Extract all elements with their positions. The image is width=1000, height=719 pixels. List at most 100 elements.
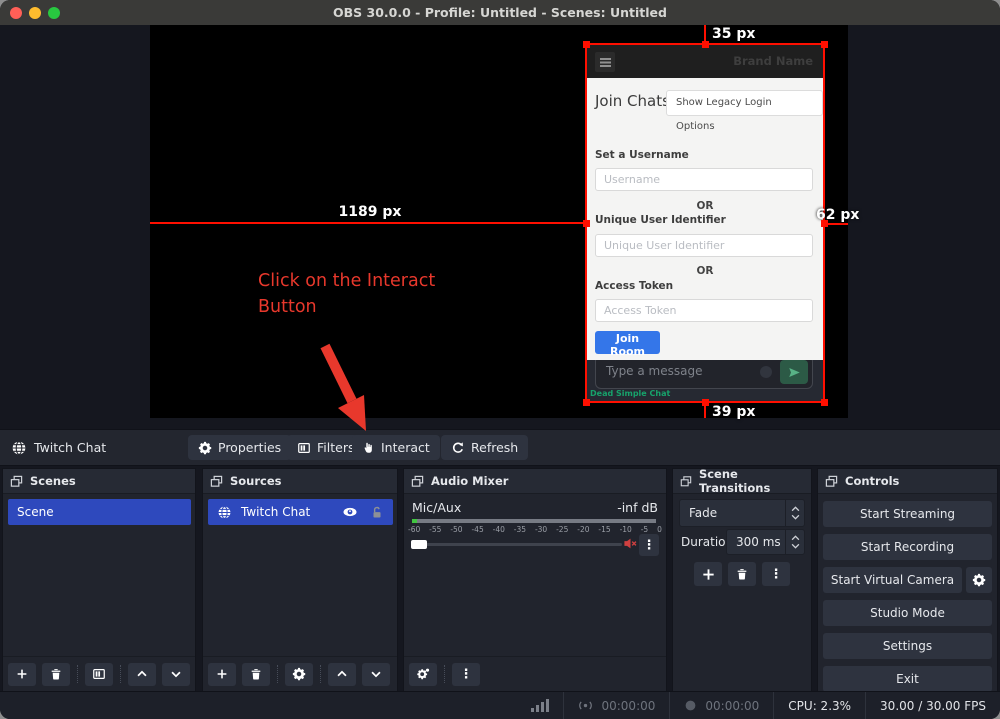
bottom-measure-line bbox=[704, 404, 706, 418]
unlock-icon[interactable] bbox=[370, 505, 384, 520]
uid-input[interactable] bbox=[595, 234, 813, 257]
gear-icon bbox=[292, 667, 306, 681]
transitions-body: Fade Duration 300 ms ⋮ bbox=[673, 494, 811, 691]
resize-handle[interactable] bbox=[583, 220, 590, 227]
mute-icon[interactable] bbox=[623, 536, 638, 555]
properties-button[interactable]: Properties bbox=[188, 435, 291, 460]
move-scene-down-button[interactable] bbox=[162, 663, 190, 686]
send-button[interactable] bbox=[780, 360, 808, 384]
virtual-camera-row: Start Virtual Camera bbox=[823, 567, 992, 593]
add-transition-button[interactable] bbox=[694, 562, 722, 586]
controls-dock-title: Controls bbox=[845, 474, 899, 488]
dock-icon bbox=[411, 475, 424, 488]
virtual-camera-config-button[interactable] bbox=[966, 567, 992, 593]
start-recording-button[interactable]: Start Recording bbox=[823, 534, 992, 560]
message-placeholder: Type a message bbox=[606, 364, 702, 378]
studio-mode-button[interactable]: Studio Mode bbox=[823, 600, 992, 626]
scenes-dock-header[interactable]: Scenes bbox=[3, 469, 195, 494]
chevron-down-icon bbox=[791, 543, 800, 549]
gear-icon bbox=[198, 441, 212, 455]
join-chats-heading: Join Chats bbox=[595, 92, 670, 110]
scene-filters-button[interactable] bbox=[85, 663, 113, 686]
source-list-item[interactable]: Twitch Chat bbox=[208, 499, 393, 525]
transition-select-spinner[interactable] bbox=[785, 500, 804, 526]
refresh-icon bbox=[451, 441, 465, 455]
join-room-button[interactable]: Join Room bbox=[595, 331, 660, 354]
audio-mixer-dock-title: Audio Mixer bbox=[431, 474, 508, 488]
trash-icon bbox=[735, 567, 749, 581]
paper-plane-icon bbox=[788, 366, 801, 379]
exit-button[interactable]: Exit bbox=[823, 666, 992, 692]
resize-handle[interactable] bbox=[583, 399, 590, 406]
controls-dock-header[interactable]: Controls bbox=[818, 469, 997, 494]
meter-tick: -45 bbox=[471, 525, 483, 534]
remove-scene-button[interactable] bbox=[42, 663, 70, 686]
message-input[interactable]: Type a message bbox=[595, 355, 813, 389]
add-source-button[interactable] bbox=[208, 663, 236, 686]
browser-source-icon bbox=[217, 505, 232, 520]
emoji-icon[interactable] bbox=[760, 366, 772, 378]
volume-slider[interactable] bbox=[412, 543, 622, 546]
hamburger-icon bbox=[600, 58, 611, 60]
close-window-button[interactable] bbox=[10, 7, 22, 19]
hamburger-menu-button[interactable] bbox=[595, 52, 615, 72]
minimize-window-button[interactable] bbox=[29, 7, 41, 19]
move-scene-up-button[interactable] bbox=[128, 663, 156, 686]
transition-menu-button[interactable]: ⋮ bbox=[762, 562, 790, 586]
divider bbox=[444, 665, 445, 683]
duration-spinbox[interactable]: 300 ms bbox=[726, 529, 805, 555]
resize-handle[interactable] bbox=[821, 220, 828, 227]
resize-handle[interactable] bbox=[702, 41, 709, 48]
refresh-button[interactable]: Refresh bbox=[441, 435, 528, 460]
start-virtual-camera-button[interactable]: Start Virtual Camera bbox=[823, 567, 962, 593]
resize-handle[interactable] bbox=[821, 41, 828, 48]
access-token-input[interactable] bbox=[595, 299, 813, 322]
width-measure-label: 1189 px bbox=[330, 204, 410, 220]
mixer-channel-menu-button[interactable]: ⋮ bbox=[639, 534, 659, 556]
sources-dock-header[interactable]: Sources bbox=[203, 469, 397, 494]
filters-icon bbox=[297, 441, 311, 455]
broadcast-icon bbox=[578, 698, 593, 713]
meter-scale: -60 -55 -50 -45 -40 -35 -30 -25 -20 -15 … bbox=[408, 525, 662, 534]
audio-mixer-dock-header[interactable]: Audio Mixer bbox=[404, 469, 666, 494]
transitions-dock-header[interactable]: Scene Transitions bbox=[673, 469, 811, 494]
eye-visible-icon[interactable] bbox=[342, 504, 358, 520]
advanced-audio-button[interactable] bbox=[409, 663, 437, 686]
chevron-down-icon bbox=[369, 667, 383, 681]
settings-button[interactable]: Settings bbox=[823, 633, 992, 659]
show-legacy-login-button[interactable]: Show Legacy Login Options bbox=[666, 90, 823, 116]
interact-button[interactable]: Interact bbox=[352, 435, 440, 460]
scene-list-item[interactable]: Scene bbox=[8, 499, 191, 525]
remove-transition-button[interactable] bbox=[728, 562, 756, 586]
add-scene-button[interactable] bbox=[8, 663, 36, 686]
meter-tick: -50 bbox=[450, 525, 462, 534]
signal-bars-icon bbox=[531, 699, 549, 712]
gear-icon bbox=[972, 573, 986, 587]
scenes-list[interactable]: Scene bbox=[3, 494, 195, 656]
chevron-up-icon bbox=[335, 667, 349, 681]
resize-handle[interactable] bbox=[702, 399, 709, 406]
transitions-dock: Scene Transitions Fade Duration 300 ms bbox=[672, 468, 812, 692]
duration-spinner[interactable] bbox=[785, 530, 804, 554]
move-source-down-button[interactable] bbox=[362, 663, 390, 686]
resize-handle[interactable] bbox=[583, 41, 590, 48]
source-properties-button[interactable] bbox=[285, 663, 313, 686]
transition-buttons: ⋮ bbox=[673, 562, 811, 586]
transition-select[interactable]: Fade bbox=[679, 499, 805, 527]
username-label: Set a Username bbox=[595, 149, 689, 161]
move-source-up-button[interactable] bbox=[328, 663, 356, 686]
chevron-up-icon bbox=[791, 535, 800, 541]
mixer-menu-button[interactable]: ⋮ bbox=[452, 663, 480, 686]
volume-slider-handle[interactable] bbox=[411, 540, 427, 549]
sources-dock-title: Sources bbox=[230, 474, 282, 488]
start-streaming-button[interactable]: Start Streaming bbox=[823, 501, 992, 527]
username-input[interactable] bbox=[595, 168, 813, 191]
resize-handle[interactable] bbox=[821, 399, 828, 406]
interact-label: Interact bbox=[381, 440, 430, 455]
bottom-measure-label: 39 px bbox=[712, 404, 755, 420]
zoom-window-button[interactable] bbox=[48, 7, 60, 19]
browser-source-selection[interactable]: Brand Name Join Chats Show Legacy Login … bbox=[585, 43, 825, 403]
dead-simple-chat-link[interactable]: Dead Simple Chat bbox=[590, 389, 670, 398]
sources-list[interactable]: Twitch Chat bbox=[203, 494, 397, 656]
remove-source-button[interactable] bbox=[242, 663, 270, 686]
